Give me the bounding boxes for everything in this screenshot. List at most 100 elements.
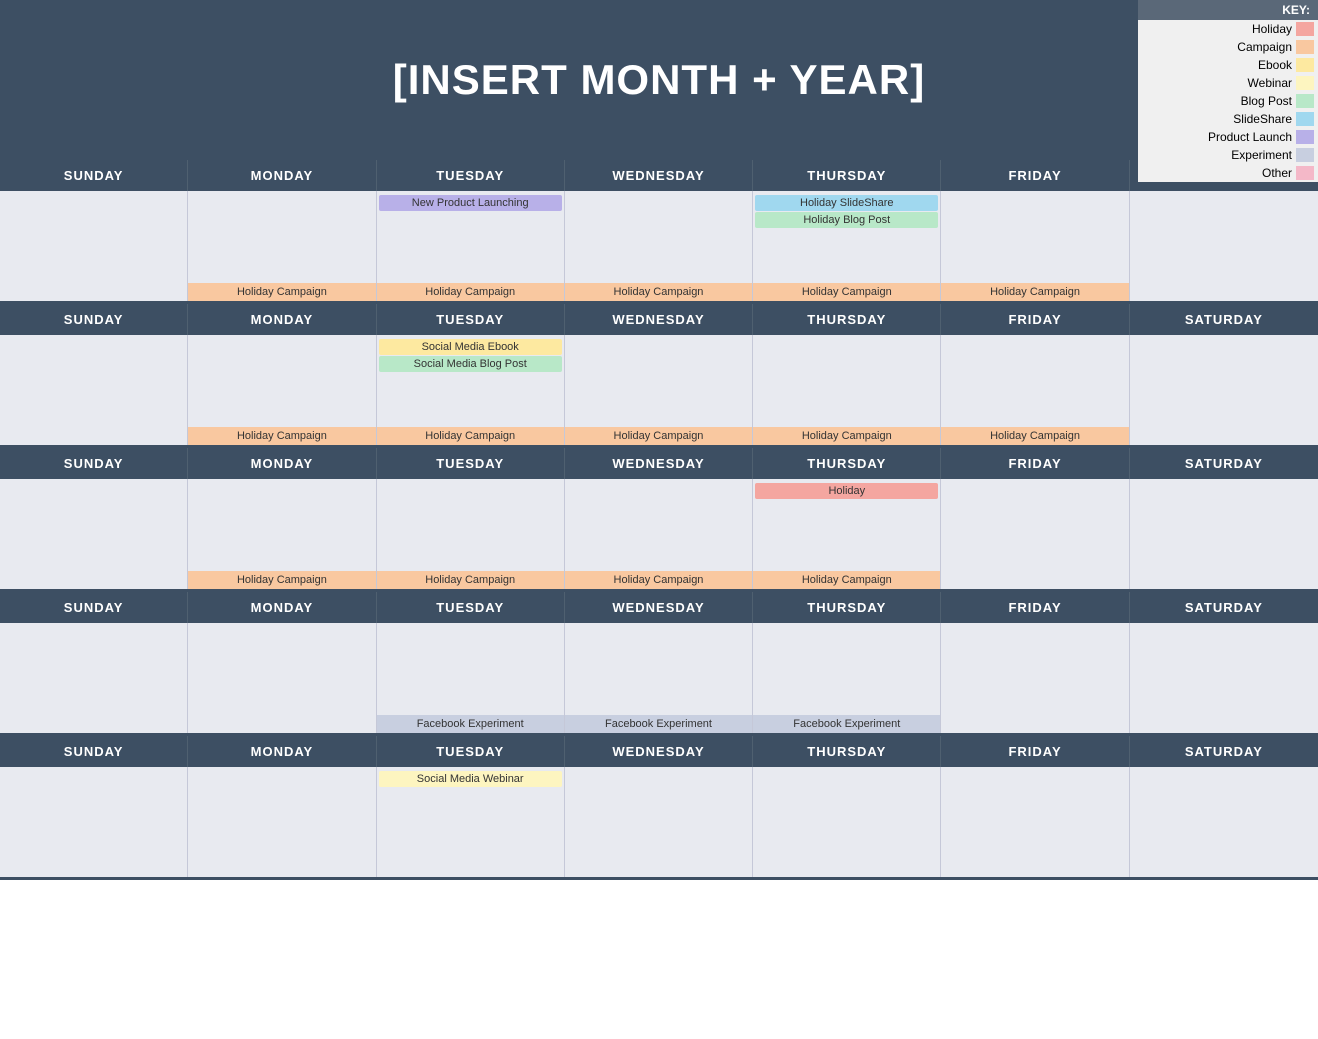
weekday-label-6: SATURDAY <box>1130 592 1318 623</box>
legend-item-label: Product Launch <box>1208 130 1296 144</box>
day-cell: Holiday Campaign <box>753 335 941 445</box>
bottom-event-tag: Holiday Campaign <box>188 571 375 589</box>
weekday-label-2: TUESDAY <box>377 736 565 767</box>
legend-item: Holiday <box>1138 20 1318 38</box>
day-cell <box>0 767 188 877</box>
calendar: SUNDAYMONDAYTUESDAYWEDNESDAYTHURSDAYFRID… <box>0 160 1318 880</box>
day-cell <box>941 479 1129 589</box>
legend-item-label: Ebook <box>1258 58 1296 72</box>
day-cell: Facebook Experiment <box>565 623 753 733</box>
weekday-label-1: MONDAY <box>188 592 376 623</box>
legend-panel: KEY: Holiday Campaign Ebook Webinar Blog Pos… <box>1138 0 1318 182</box>
weekday-label-3: WEDNESDAY <box>565 448 753 479</box>
bottom-event-tag: Holiday Campaign <box>565 427 752 445</box>
week-header-4: SUNDAYMONDAYTUESDAYWEDNESDAYTHURSDAYFRID… <box>0 736 1318 767</box>
day-cell: Holiday SlideShareHoliday Blog PostHolid… <box>753 191 941 301</box>
day-cell <box>0 479 188 589</box>
legend-item-label: SlideShare <box>1233 112 1296 126</box>
weekday-label-1: MONDAY <box>188 304 376 335</box>
legend-item: Webinar <box>1138 74 1318 92</box>
bottom-event-tag: Holiday Campaign <box>941 427 1128 445</box>
bottom-event-tag: Holiday Campaign <box>753 571 940 589</box>
bottom-event-tag: Holiday Campaign <box>753 427 940 445</box>
legend-item: Experiment <box>1138 146 1318 164</box>
day-cell <box>1130 767 1318 877</box>
weekday-label-5: FRIDAY <box>941 160 1129 191</box>
weekday-label-1: MONDAY <box>188 160 376 191</box>
legend-item-label: Blog Post <box>1241 94 1296 108</box>
day-cell: Holiday Campaign <box>565 191 753 301</box>
event-tag: Social Media Ebook <box>379 339 562 355</box>
week-row-1: Holiday Campaign Social Media EbookSocial… <box>0 335 1318 448</box>
weekday-label-5: FRIDAY <box>941 592 1129 623</box>
day-cell <box>941 767 1129 877</box>
bottom-event-tag: Holiday Campaign <box>377 427 564 445</box>
weekday-label-4: THURSDAY <box>753 736 941 767</box>
weekday-label-5: FRIDAY <box>941 736 1129 767</box>
week-row-0: Holiday CampaignNew Product LaunchingHol… <box>0 191 1318 304</box>
event-tag: New Product Launching <box>379 195 562 211</box>
day-cell: Holiday Holiday Campaign <box>753 479 941 589</box>
legend-item: Blog Post <box>1138 92 1318 110</box>
weekday-label-5: FRIDAY <box>941 304 1129 335</box>
legend-color-swatch <box>1296 166 1314 180</box>
week-header-3: SUNDAYMONDAYTUESDAYWEDNESDAYTHURSDAYFRID… <box>0 592 1318 623</box>
day-cell: Holiday Campaign <box>941 191 1129 301</box>
bottom-event-tag: Holiday Campaign <box>188 283 375 301</box>
week-row-2: Holiday CampaignHoliday CampaignHoliday … <box>0 479 1318 592</box>
bottom-event-tag: Facebook Experiment <box>565 715 752 733</box>
day-cell: New Product LaunchingHoliday Campaign <box>377 191 565 301</box>
day-cell: Holiday Campaign <box>188 191 376 301</box>
legend-label: KEY: <box>1138 0 1318 20</box>
weekday-label-2: TUESDAY <box>377 160 565 191</box>
bottom-event-tag: Holiday Campaign <box>188 427 375 445</box>
bottom-event-tag: Holiday Campaign <box>565 571 752 589</box>
day-cell: Facebook Experiment <box>377 623 565 733</box>
weekday-label-3: WEDNESDAY <box>565 304 753 335</box>
weekday-label-1: MONDAY <box>188 736 376 767</box>
day-cell <box>1130 191 1318 301</box>
weekday-label-0: SUNDAY <box>0 304 188 335</box>
weekday-label-4: THURSDAY <box>753 304 941 335</box>
weekday-label-2: TUESDAY <box>377 448 565 479</box>
weekday-label-3: WEDNESDAY <box>565 592 753 623</box>
legend-item: Product Launch <box>1138 128 1318 146</box>
weekday-label-6: SATURDAY <box>1130 304 1318 335</box>
legend-item-label: Holiday <box>1252 22 1296 36</box>
day-cell: Holiday Campaign <box>565 479 753 589</box>
weekday-label-0: SUNDAY <box>0 160 188 191</box>
legend-item: Campaign <box>1138 38 1318 56</box>
bottom-event-tag: Holiday Campaign <box>941 283 1128 301</box>
event-tag: Holiday SlideShare <box>755 195 938 211</box>
event-tag: Holiday <box>755 483 938 499</box>
event-tag: Holiday Blog Post <box>755 212 938 228</box>
weekday-label-0: SUNDAY <box>0 592 188 623</box>
day-cell <box>0 623 188 733</box>
event-tag: Social Media Blog Post <box>379 356 562 372</box>
weekday-label-5: FRIDAY <box>941 448 1129 479</box>
weekday-label-4: THURSDAY <box>753 592 941 623</box>
day-cell <box>565 767 753 877</box>
legend-item: SlideShare <box>1138 110 1318 128</box>
legend-color-swatch <box>1296 130 1314 144</box>
day-cell <box>1130 479 1318 589</box>
legend-item: Ebook <box>1138 56 1318 74</box>
weekday-label-6: SATURDAY <box>1130 736 1318 767</box>
bottom-event-tag: Holiday Campaign <box>565 283 752 301</box>
day-cell <box>188 767 376 877</box>
day-cell <box>941 623 1129 733</box>
legend-item: Other <box>1138 164 1318 182</box>
weekday-label-3: WEDNESDAY <box>565 160 753 191</box>
legend-color-swatch <box>1296 40 1314 54</box>
week-row-3: Facebook ExperimentFacebook ExperimentFa… <box>0 623 1318 736</box>
weekday-label-6: SATURDAY <box>1130 448 1318 479</box>
legend-item-label: Campaign <box>1237 40 1296 54</box>
legend-color-swatch <box>1296 112 1314 126</box>
legend-item-label: Experiment <box>1231 148 1296 162</box>
day-cell: Holiday Campaign <box>188 335 376 445</box>
bottom-event-tag: Holiday Campaign <box>377 571 564 589</box>
legend-color-swatch <box>1296 148 1314 162</box>
day-cell: Holiday Campaign <box>377 479 565 589</box>
weekday-label-2: TUESDAY <box>377 304 565 335</box>
day-cell: Holiday Campaign <box>941 335 1129 445</box>
